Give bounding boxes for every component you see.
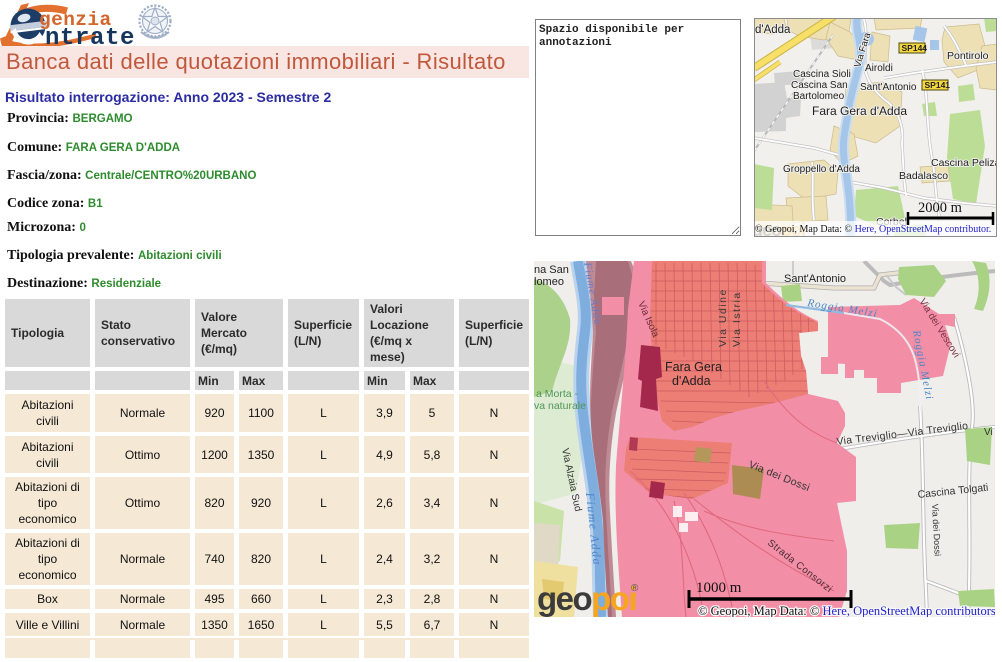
svg-text:d'Adda: d'Adda [672,374,711,388]
svg-text:geopoi: geopoi [537,580,636,617]
svg-text:Cascina Peliza: Cascina Peliza [931,157,997,169]
svg-text:va naturale: va naturale [534,400,586,412]
svg-text:Groppello d'Adda: Groppello d'Adda [783,164,860,175]
svg-text:SP144: SP144 [902,43,928,53]
svg-text:Sant'Antonio: Sant'Antonio [784,273,846,285]
svg-text:Pontirolo: Pontirolo [947,50,989,62]
svg-text:Fara Gera d'Adda: Fara Gera d'Adda [812,104,907,118]
svg-text:Fara Gera: Fara Gera [665,360,722,374]
svg-text:© Geopoi, Map Data: © Here, Op: © Geopoi, Map Data: © Here, OpenStreetMa… [698,604,995,617]
svg-text:Via Istria: Via Istria [731,291,743,347]
svg-text:Airoldi: Airoldi [865,63,893,74]
svg-text:Cascina Sioli: Cascina Sioli [793,69,851,80]
svg-text:Badalasco: Badalasco [899,170,948,182]
svg-text:a Morta -: a Morta - [536,388,579,400]
svg-text:Vi: Vi [984,427,993,438]
svg-text:Cascina San: Cascina San [791,80,848,91]
svg-text:Bartolomeo: Bartolomeo [793,91,845,102]
svg-text:d'Adda: d'Adda [755,24,791,36]
svg-text:Via Udine: Via Udine [717,288,729,347]
svg-text:SP141: SP141 [925,80,951,90]
svg-text:Sant'Antonio: Sant'Antonio [860,82,917,93]
svg-text:2000 m: 2000 m [918,200,963,216]
svg-text:na San: na San [534,264,569,276]
svg-text:1000 m: 1000 m [696,580,742,596]
svg-text:© Geopoi, Map Data: © Here, Op: © Geopoi, Map Data: © Here, OpenStreetMa… [755,224,991,235]
svg-text:®: ® [631,583,639,594]
svg-text:lomeo: lomeo [534,276,564,288]
